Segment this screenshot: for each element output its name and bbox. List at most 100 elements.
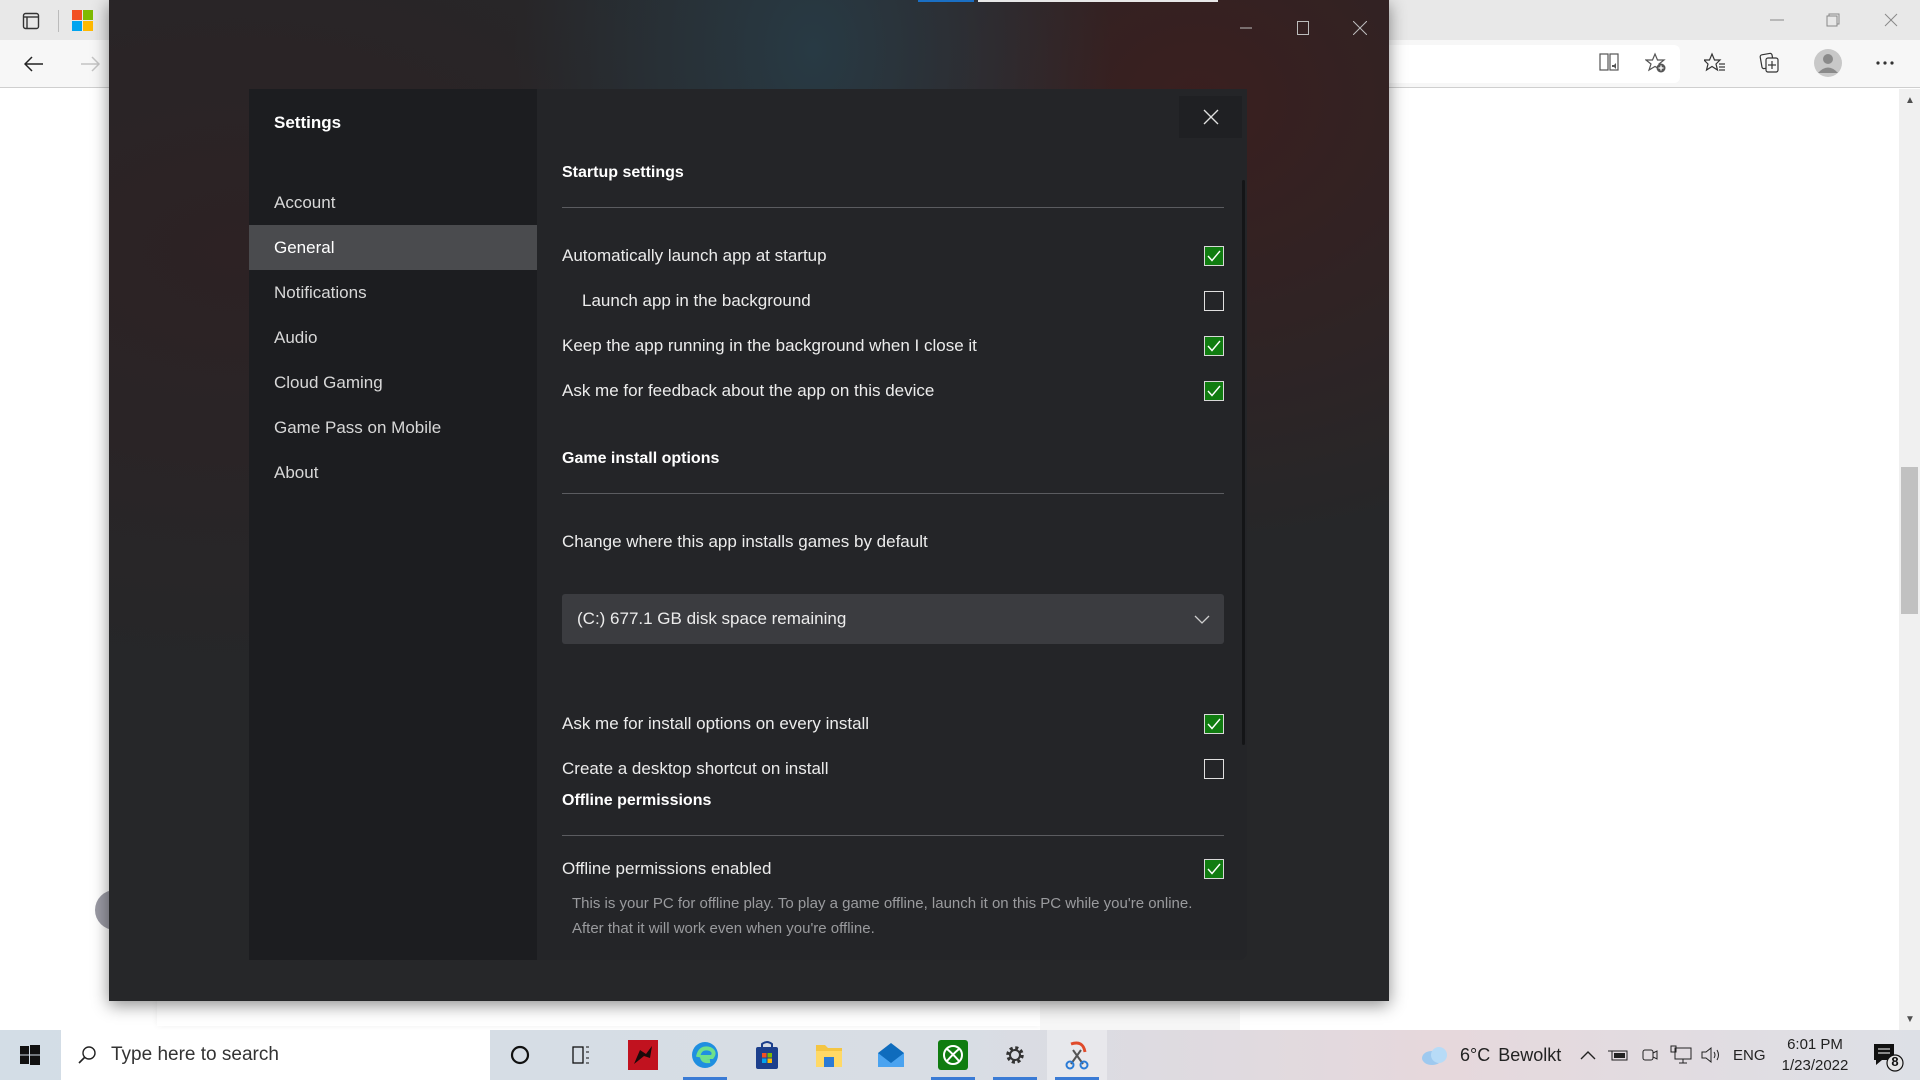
sidebar-item-about[interactable]: About (249, 450, 537, 495)
browser-restore-button[interactable] (1816, 0, 1850, 40)
action-center-button[interactable]: 8 (1868, 1038, 1908, 1074)
add-favorite-icon[interactable] (1641, 48, 1671, 78)
settings-title: Settings (274, 113, 342, 132)
read-aloud-icon[interactable] (1595, 48, 1625, 78)
forward-icon[interactable] (74, 48, 106, 80)
weather-widget[interactable]: 6°C Bewolkt (1420, 1030, 1561, 1080)
cortana-icon (510, 1045, 530, 1065)
sidebar-item-audio[interactable]: Audio (249, 315, 537, 360)
checkmark-icon (1207, 863, 1221, 875)
taskbar-app-mail[interactable] (861, 1030, 921, 1080)
scroll-down-arrow-icon[interactable]: ▼ (1902, 1014, 1918, 1026)
clock-date: 1/23/2022 (1781, 1057, 1849, 1074)
browser-minimize-button[interactable] (1760, 0, 1794, 40)
sidebar-item-game-pass-mobile[interactable]: Game Pass on Mobile (249, 405, 537, 450)
taskbar-app-file-explorer[interactable] (799, 1030, 859, 1080)
tab-indicator-secondary (978, 0, 1218, 2)
checkmark-icon (1207, 340, 1221, 352)
sidebar-item-general[interactable]: General (249, 225, 537, 270)
language-indicator[interactable]: ENG (1733, 1030, 1766, 1080)
checkmark-icon (1207, 718, 1221, 730)
clock[interactable]: 6:01 PM 1/23/2022 (1770, 1034, 1860, 1076)
checkbox-keep-running[interactable] (1204, 336, 1224, 356)
option-label: Keep the app running in the background w… (562, 336, 977, 355)
option-label: Offline permissions enabled (562, 859, 772, 878)
option-label: Create a desktop shortcut on install (562, 759, 829, 778)
checkbox-desktop-shortcut[interactable] (1204, 759, 1224, 779)
section-title-offline: Offline permissions (562, 792, 712, 809)
section-title-startup: Startup settings (562, 164, 684, 181)
microsoft-logo-icon[interactable] (70, 8, 96, 34)
search-placeholder: Type here to search (111, 1044, 279, 1065)
option-label: Automatically launch app at startup (562, 246, 827, 265)
option-row: Offline permissions enabled (562, 854, 1224, 884)
chevron-down-icon (1194, 615, 1210, 624)
option-label: Ask me for feedback about the app on thi… (562, 381, 935, 400)
section-title-install: Game install options (562, 450, 720, 467)
taskbar: Type here to search 6°C Bewolkt ENG 6:01… (0, 1030, 1920, 1080)
checkbox-auto-launch[interactable] (1204, 246, 1224, 266)
cloud-icon (1422, 1047, 1447, 1065)
show-hidden-icons-button[interactable] (1580, 1030, 1596, 1080)
gear-icon (1006, 1046, 1024, 1064)
dialog-scrollbar[interactable] (1242, 180, 1245, 745)
taskbar-app-edge[interactable] (675, 1030, 735, 1080)
camera-icon[interactable] (1641, 1030, 1659, 1080)
taskbar-search-box[interactable]: Type here to search (61, 1030, 490, 1080)
more-icon[interactable] (1870, 48, 1900, 78)
start-button[interactable] (0, 1030, 60, 1080)
app-close-button[interactable] (1337, 8, 1383, 48)
scroll-up-arrow-icon[interactable]: ▲ (1902, 95, 1918, 107)
checkbox-ask-install-options[interactable] (1204, 714, 1224, 734)
sidebar-item-notifications[interactable]: Notifications (249, 270, 537, 315)
cortana-button[interactable] (490, 1030, 550, 1080)
divider (562, 835, 1224, 836)
checkbox-launch-background[interactable] (1204, 291, 1224, 311)
dialog-close-button[interactable] (1179, 96, 1242, 138)
xbox-icon (938, 1040, 968, 1070)
settings-sidebar: Settings Account General Notifications A… (249, 89, 537, 960)
taskbar-app-dragon[interactable] (613, 1030, 673, 1080)
checkmark-icon (1207, 250, 1221, 262)
checkbox-offline-permissions[interactable] (1204, 859, 1224, 879)
back-icon[interactable] (18, 48, 50, 80)
network-icon[interactable] (1670, 1030, 1692, 1080)
option-row: Change where this app installs games by … (562, 527, 1224, 557)
profile-icon[interactable] (1813, 48, 1843, 78)
checkbox-ask-feedback[interactable] (1204, 381, 1224, 401)
windows-logo-icon (20, 1045, 40, 1065)
offline-description: This is your PC for offline play. To pla… (572, 895, 1193, 937)
task-view-button[interactable] (550, 1030, 610, 1080)
sidebar-item-account[interactable]: Account (249, 180, 537, 225)
volume-icon[interactable] (1700, 1030, 1722, 1080)
task-view-icon (572, 1046, 589, 1064)
chevron-up-icon (1580, 1051, 1596, 1060)
dragon-app-icon (628, 1040, 658, 1070)
app-maximize-button[interactable] (1280, 8, 1326, 48)
store-icon (756, 1041, 778, 1069)
weather-temp: 6°C (1460, 1044, 1491, 1065)
taskbar-app-xbox[interactable] (923, 1030, 983, 1080)
install-location-dropdown[interactable]: (C:) 677.1 GB disk space remaining (562, 594, 1224, 644)
favorites-icon[interactable] (1700, 48, 1730, 78)
sidebar-item-cloud-gaming[interactable]: Cloud Gaming (249, 360, 537, 405)
notification-count: 8 (1891, 1054, 1899, 1069)
search-icon (78, 1046, 96, 1064)
taskbar-app-snipping-tool[interactable] (1047, 1030, 1107, 1080)
tab-actions-icon[interactable] (14, 8, 48, 34)
tab-indicator (918, 0, 974, 2)
edge-icon (692, 1042, 718, 1068)
notification-icon (1874, 1044, 1904, 1072)
option-label: Ask me for install options on every inst… (562, 714, 870, 733)
battery-icon[interactable] (1608, 1030, 1628, 1080)
app-minimize-button[interactable] (1223, 8, 1269, 48)
taskbar-app-store[interactable] (737, 1030, 797, 1080)
clock-time: 6:01 PM (1787, 1036, 1843, 1053)
browser-close-button[interactable] (1874, 0, 1908, 40)
option-row: Keep the app running in the background w… (562, 331, 1224, 361)
page-scrollbar-thumb[interactable] (1901, 467, 1918, 614)
option-row: Launch app in the background (562, 286, 1224, 316)
collections-icon[interactable] (1755, 48, 1785, 78)
taskbar-app-settings[interactable] (985, 1030, 1045, 1080)
settings-dialog: Settings Account General Notifications A… (249, 89, 1247, 960)
